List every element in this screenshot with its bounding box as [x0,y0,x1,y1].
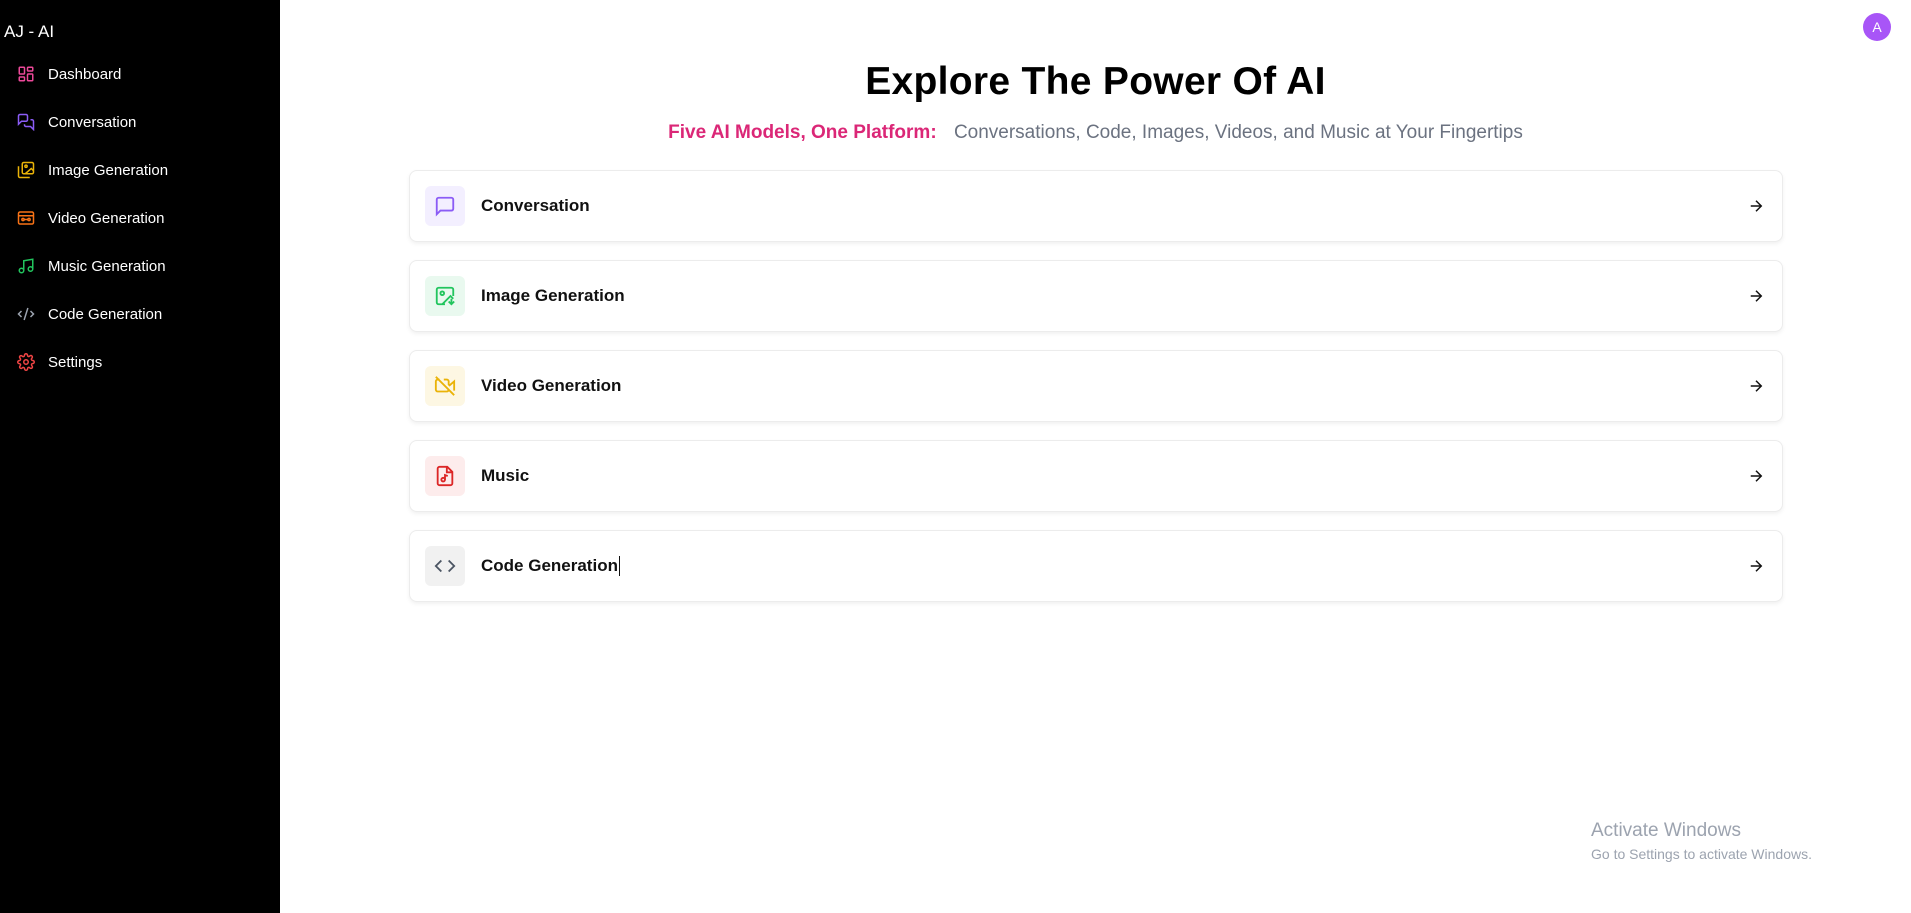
sidebar-item-code-generation[interactable]: Code Generation [0,290,280,338]
tool-card-label: Code Generation [481,555,621,577]
watermark-title: Activate Windows [1591,820,1741,841]
tool-card-label: Conversation [481,196,590,215]
tools-list: Conversation Image Generation Video Gene… [409,170,1783,620]
video-icon [16,208,36,228]
subtitle-text: Conversations, Code, Images, Videos, and… [953,122,1523,143]
watermark-subtitle: Go to Settings to activate Windows. [1591,846,1812,862]
code-icon [16,304,36,324]
image-download-icon [425,276,465,316]
dashboard-icon [16,64,36,84]
arrow-right-icon [1746,556,1766,576]
sidebar-item-label: Music Generation [48,257,166,275]
tool-card-label-text: Code Generation [481,555,618,575]
sidebar: AJ - AI Dashboard Conversation Image Gen… [0,0,280,913]
tool-card-music[interactable]: Music [409,440,1783,512]
brand-logo-text[interactable]: AJ - AI [4,22,54,42]
tool-card-video-generation[interactable]: Video Generation [409,350,1783,422]
sidebar-item-label: Conversation [48,113,137,131]
sidebar-item-music-generation[interactable]: Music Generation [0,242,280,290]
sidebar-item-label: Code Generation [48,305,163,323]
text-caret [618,556,621,577]
arrow-right-icon [1746,466,1766,486]
sidebar-item-conversation[interactable]: Conversation [0,98,280,146]
tool-card-code-generation[interactable]: Code Generation [409,530,1783,602]
arrow-right-icon [1746,286,1766,306]
music-file-icon [425,456,465,496]
music-icon [16,256,36,276]
app-root: AJ - AI Dashboard Conversation Image Gen… [0,0,1911,913]
page-title: Explore The Power Of AI [865,60,1326,103]
sidebar-item-label: Image Generation [48,161,169,179]
tool-card-label: Music [481,466,530,485]
video-off-icon [425,366,465,406]
windows-activation-watermark: Activate Windows Go to Settings to activ… [1591,820,1812,862]
code-icon [425,546,465,586]
arrow-right-icon [1746,376,1766,396]
tool-card-label: Video Generation [481,376,622,395]
subtitle-accent: Five AI Models, One Platform: [668,122,937,143]
chat-icon [16,112,36,132]
sidebar-nav: Dashboard Conversation Image Generation … [0,50,280,386]
image-icon [16,160,36,180]
page-subtitle: Five AI Models, One Platform: Conversati… [280,122,1911,144]
avatar[interactable]: A [1863,13,1891,41]
tool-card-conversation[interactable]: Conversation [409,170,1783,242]
sidebar-item-image-generation[interactable]: Image Generation [0,146,280,194]
chat-icon [425,186,465,226]
tool-card-label: Image Generation [481,286,625,305]
sidebar-item-label: Dashboard [48,65,122,83]
sidebar-item-video-generation[interactable]: Video Generation [0,194,280,242]
tool-card-image-generation[interactable]: Image Generation [409,260,1783,332]
gear-icon [16,352,36,372]
sidebar-item-label: Settings [48,353,103,371]
sidebar-item-label: Video Generation [48,209,165,227]
sidebar-item-settings[interactable]: Settings [0,338,280,386]
arrow-right-icon [1746,196,1766,216]
sidebar-item-dashboard[interactable]: Dashboard [0,50,280,98]
